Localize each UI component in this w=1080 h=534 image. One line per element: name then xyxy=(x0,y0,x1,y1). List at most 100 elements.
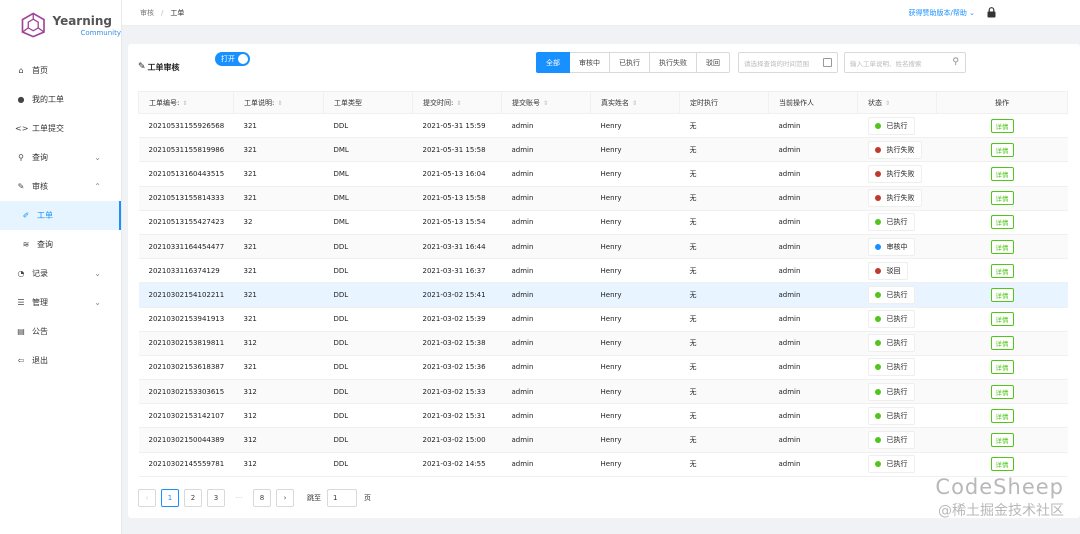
sidebar-item[interactable]: ✎ 审核 ⌃ xyxy=(0,172,121,201)
status-text: 已执行 xyxy=(886,460,908,469)
cell-desc: 312 xyxy=(233,379,324,405)
column-header-label: 工单类型 xyxy=(334,98,362,107)
page-jump-input[interactable]: 1 xyxy=(327,489,357,507)
cell-operator: admin xyxy=(768,210,858,235)
page-number[interactable]: 1 xyxy=(161,489,179,507)
sidebar-item-label: 首页 xyxy=(32,66,48,75)
cell-type: DDL xyxy=(323,331,413,356)
sort-icon[interactable]: ⇕ xyxy=(277,100,282,107)
sidebar-item[interactable]: ☰ 管理 ⌄ xyxy=(0,288,121,317)
cell-id: 20210302153618387 xyxy=(138,355,234,381)
status-badge: 已执行 xyxy=(867,116,915,135)
chevron-down-icon: ⌄ xyxy=(94,269,101,278)
lock-icon[interactable] xyxy=(987,7,996,18)
filter-button[interactable]: 全部 xyxy=(536,52,570,73)
cell-action: 详情 xyxy=(936,234,1068,260)
cell-type: DDL xyxy=(323,113,413,139)
detail-button[interactable]: 详情 xyxy=(990,336,1014,351)
sidebar-item[interactable]: <> 工单提交 xyxy=(0,114,121,143)
page-number[interactable]: 3 xyxy=(207,489,225,507)
toggle-label: 打开 xyxy=(221,55,235,63)
table-row: 20210302154102211 321 DDL 2021-03-02 15:41 a… xyxy=(138,282,1068,308)
watermark: CodeSheep @稀土掘金技术社区 xyxy=(935,475,1064,520)
filter-button[interactable]: 已执行 xyxy=(610,52,650,73)
cell-id: 20210531155926568 xyxy=(138,113,234,139)
date-range-input[interactable]: 请选择查询的时间范围 xyxy=(738,52,838,73)
breadcrumb-root[interactable]: 审核 xyxy=(140,9,154,17)
sort-icon[interactable]: ⇕ xyxy=(632,100,637,107)
column-header[interactable]: 提交账号 ⇕ xyxy=(501,91,591,114)
status-badge: 执行失败 xyxy=(867,189,922,208)
sidebar-item[interactable]: ⇦ 退出 xyxy=(0,346,121,375)
watermark-brand: CodeSheep xyxy=(935,475,1064,499)
column-header[interactable]: 提交时间: ⇕ xyxy=(412,91,502,114)
prev-page-button[interactable]: ‹ xyxy=(138,489,156,507)
search-icon[interactable]: ⚲ xyxy=(952,57,959,67)
sort-icon[interactable]: ⇕ xyxy=(182,100,187,107)
status-text: 审核中 xyxy=(886,242,908,251)
detail-button[interactable]: 详情 xyxy=(990,118,1014,133)
detail-button[interactable]: 详情 xyxy=(990,312,1014,327)
sidebar-item[interactable]: ⌂ 首页 xyxy=(0,56,121,85)
chevron-up-icon: ⌃ xyxy=(94,182,101,191)
detail-button[interactable]: 详情 xyxy=(990,457,1014,472)
page-number[interactable]: 2 xyxy=(184,489,202,507)
detail-button[interactable]: 详情 xyxy=(990,408,1014,423)
cell-timer: 无 xyxy=(679,113,769,139)
sidebar-item[interactable]: ◔ 记录 ⌄ xyxy=(0,259,121,288)
sidebar-item[interactable]: ▤ 公告 xyxy=(0,317,121,346)
column-header-label: 工单说明: xyxy=(244,98,275,107)
column-header[interactable]: 状态 ⇕ xyxy=(857,91,937,114)
detail-button[interactable]: 详情 xyxy=(990,166,1014,181)
detail-button[interactable]: 详情 xyxy=(990,433,1014,448)
cell-type: DDL xyxy=(323,427,413,453)
sort-icon[interactable]: ⇕ xyxy=(543,100,548,107)
filter-button[interactable]: 驳回 xyxy=(697,52,730,73)
detail-button[interactable]: 详情 xyxy=(990,142,1014,157)
cell-timer: 无 xyxy=(679,258,769,284)
cell-name: Henry xyxy=(590,186,680,211)
next-page-button[interactable]: › xyxy=(276,489,294,507)
column-header[interactable]: 工单编号: ⇕ xyxy=(138,91,234,114)
cell-account: admin xyxy=(501,307,591,332)
cell-status: 已执行 xyxy=(857,307,937,332)
cell-action: 详情 xyxy=(936,307,1068,332)
column-header-label: 提交时间: xyxy=(423,98,454,107)
table-row: 20210302153142107 312 DDL 2021-03-02 15:31 a… xyxy=(138,403,1068,429)
help-link[interactable]: 获得赞助版本/帮助 ⌄ xyxy=(909,8,975,18)
cell-desc: 321 xyxy=(233,355,324,381)
search-input[interactable]: 输入工单说明、姓名搜索 ⚲ xyxy=(844,52,966,73)
table-row: 20210302145559781 312 DDL 2021-03-02 14:55 a… xyxy=(138,452,1068,477)
page-ellipsis[interactable]: ··· xyxy=(230,489,248,507)
logo[interactable]: Yearning Community xyxy=(0,0,121,50)
cell-operator: admin xyxy=(768,234,858,260)
sidebar-item[interactable]: ⚲ 查询 ⌄ xyxy=(0,143,121,172)
calendar-icon xyxy=(823,58,832,67)
sidebar-item[interactable]: ≋ 查询 xyxy=(0,230,121,259)
detail-button[interactable]: 详情 xyxy=(990,239,1014,254)
detail-button[interactable]: 详情 xyxy=(990,215,1014,230)
detail-button[interactable]: 详情 xyxy=(990,384,1014,399)
sidebar-item[interactable]: ● 我的工单 xyxy=(0,85,121,114)
column-header[interactable]: 工单说明: ⇕ xyxy=(233,91,324,114)
table-row: 20210513160443515 321 DML 2021-05-13 16:04 a… xyxy=(138,161,1068,187)
cell-time: 2021-03-02 15:31 xyxy=(412,403,502,429)
detail-button[interactable]: 详情 xyxy=(990,360,1014,375)
table-row: 20210531155926568 321 DDL 2021-05-31 15:59 a… xyxy=(138,113,1068,139)
page-number[interactable]: 8 xyxy=(253,489,271,507)
cell-name: Henry xyxy=(590,210,680,235)
column-header[interactable]: 真实姓名 ⇕ xyxy=(590,91,680,114)
cell-timer: 无 xyxy=(679,427,769,453)
detail-button[interactable]: 详情 xyxy=(990,263,1014,278)
cell-timer: 无 xyxy=(679,452,769,477)
detail-button[interactable]: 详情 xyxy=(990,287,1014,302)
filter-button[interactable]: 执行失败 xyxy=(650,52,697,73)
status-dot xyxy=(874,291,881,298)
sort-icon[interactable]: ⇕ xyxy=(456,100,461,107)
filter-button[interactable]: 审核中 xyxy=(570,52,610,73)
sort-icon[interactable]: ⇕ xyxy=(885,100,890,107)
auto-refresh-toggle[interactable]: 打开 xyxy=(215,52,250,66)
detail-button[interactable]: 详情 xyxy=(990,191,1014,206)
sidebar-item[interactable]: ✐ 工单 xyxy=(0,201,121,230)
breadcrumb: 审核 / 工单 xyxy=(140,8,185,17)
